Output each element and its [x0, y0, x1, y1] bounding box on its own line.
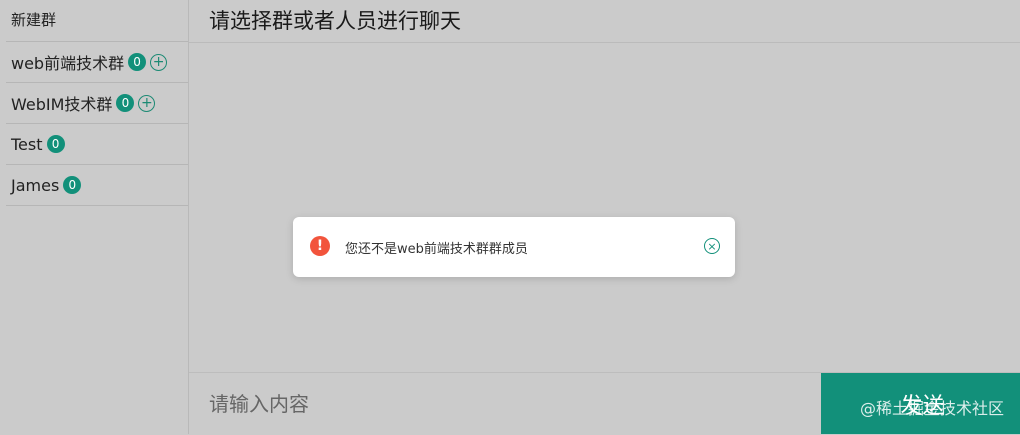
sidebar-item-label: web前端技术群: [11, 54, 125, 73]
unread-count-badge: 0: [116, 94, 135, 112]
send-button[interactable]: 发送: [821, 373, 1020, 434]
join-group-icon[interactable]: +: [138, 94, 156, 112]
sidebar: 新建群 web前端技术群 0 + WebIM技术群 0 + Test 0 Jam…: [6, 0, 189, 434]
new-group-button[interactable]: 新建群: [6, 0, 188, 42]
sidebar-item-label: Test: [11, 134, 43, 154]
sidebar-item-label: James: [11, 175, 60, 195]
unread-count-badge: 0: [46, 135, 65, 153]
unread-count-badge: 0: [63, 176, 82, 194]
error-toast: ! 您还不是web前端技术群群成员 ×: [293, 217, 735, 277]
unread-count-badge: 0: [128, 53, 147, 71]
composer: 发送 @稀土掘金技术社区: [189, 372, 1020, 435]
toast-message: 您还不是web前端技术群群成员: [345, 242, 528, 257]
sidebar-item-label: WebIM技术群: [11, 95, 113, 114]
chat-title: 请选择群或者人员进行聊天: [189, 0, 1020, 43]
sidebar-item-james[interactable]: James 0: [6, 165, 188, 206]
sidebar-item-test[interactable]: Test 0: [6, 124, 188, 165]
close-icon[interactable]: ×: [704, 238, 720, 254]
error-icon: !: [310, 236, 330, 256]
join-group-icon[interactable]: +: [150, 53, 168, 71]
message-input[interactable]: [189, 373, 819, 434]
sidebar-item-webim-group[interactable]: WebIM技术群 0 +: [6, 83, 188, 124]
sidebar-item-web-frontend-group[interactable]: web前端技术群 0 +: [6, 42, 188, 83]
